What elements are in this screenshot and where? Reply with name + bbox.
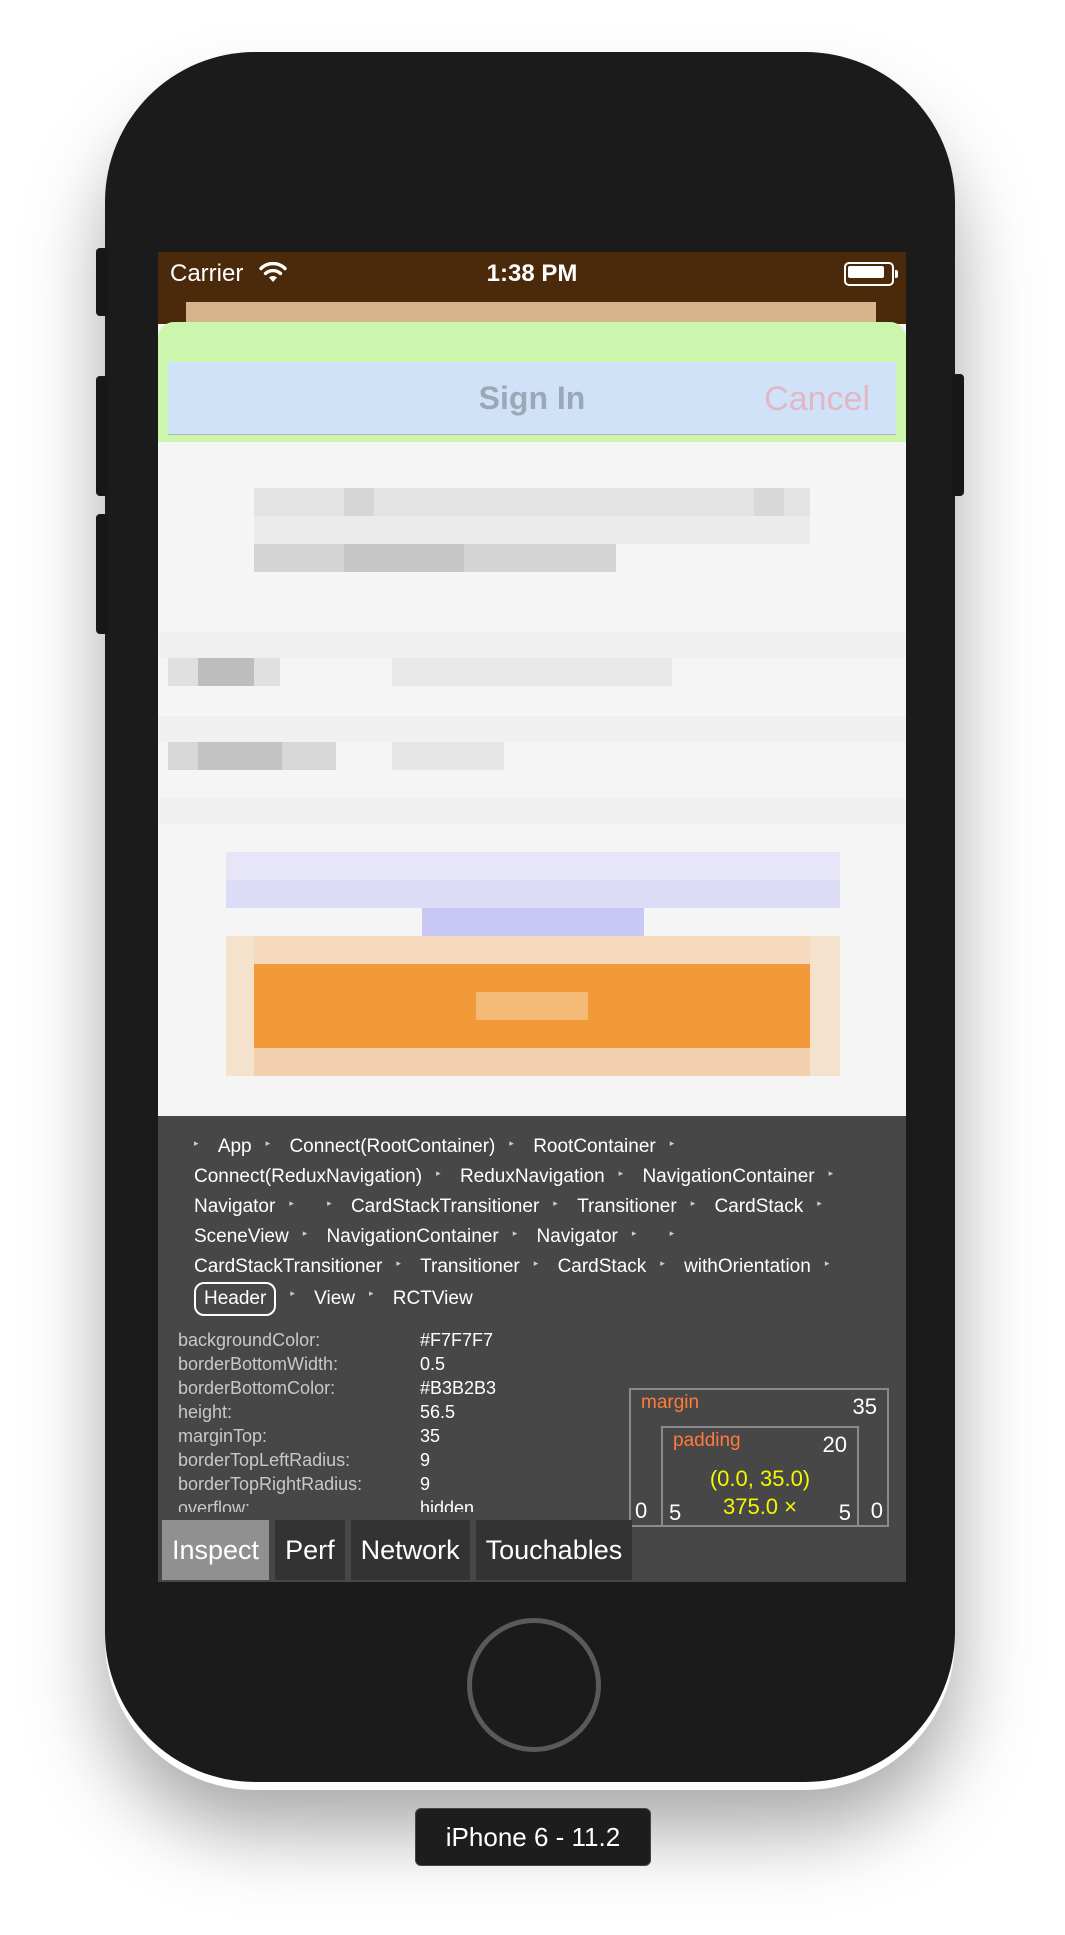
margin-label: margin [641,1392,700,1413]
prop-name: backgroundColor: [178,1330,321,1350]
app-screen: Carrier 1:38 PM Sign In Cancel ▸ App ▸ C… [158,252,906,1582]
status-time: 1:38 PM [486,260,578,287]
prop-name: height: [178,1402,233,1422]
prop-name: marginTop: [178,1426,268,1446]
crumb-navigator[interactable]: Navigator [194,1192,275,1222]
crumb-cardstack[interactable]: CardStack [715,1192,804,1222]
box-model-padding: padding 20 (0.0, 35.0) 375.0 × 5 5 [661,1426,859,1525]
cancel-button[interactable]: Cancel [764,380,870,419]
crumb-root-container[interactable]: RootContainer [533,1132,656,1162]
crumb-cardstack-transitioner[interactable]: CardStackTransitioner [351,1192,539,1222]
tab-network[interactable]: Network [350,1520,470,1580]
prop-name: borderTopRightRadius: [178,1474,363,1494]
prop-value: #F7F7F7 [420,1330,494,1350]
prop-value: 0.5 [420,1354,446,1374]
padding-label: padding [673,1430,741,1451]
device-label: iPhone 6 - 11.2 [415,1808,651,1866]
prop-row: borderBottomColor: #B3B2B3 [178,1376,558,1400]
box-model-margin: margin 35 0 0 padding 20 (0.0, 35.0) 375… [629,1388,889,1527]
crumb-app[interactable]: App [218,1132,252,1162]
crumb-redux-navigation[interactable]: ReduxNavigation [460,1162,605,1192]
crumb-transitioner-2[interactable]: Transitioner [420,1252,520,1282]
crumb-navigation-container[interactable]: NavigationContainer [642,1162,814,1192]
prop-name: overflow: [178,1498,251,1512]
prop-row: height: 56.5 [178,1400,558,1424]
inspector-tabs: Inspect Perf Network Touchables [158,1520,906,1582]
crumb-cardstack-transitioner-2[interactable]: CardStackTransitioner [194,1252,382,1282]
element-inspector: ▸ App ▸ Connect(RootContainer) ▸ RootConta… [158,1116,906,1582]
crumb-cardstack-2[interactable]: CardStack [558,1252,647,1282]
sign-in-button[interactable] [254,964,810,1048]
prop-value: #B3B2B3 [420,1378,497,1398]
prop-value: 35 [420,1426,441,1446]
prop-value: 56.5 [420,1402,456,1422]
box-size: 375.0 × [722,1494,797,1519]
crumb-navigator-2[interactable]: Navigator [537,1222,618,1252]
prop-name: borderBottomColor: [178,1378,336,1398]
tab-perf[interactable]: Perf [275,1520,345,1580]
prop-row: borderTopLeftRadius: 9 [178,1448,558,1472]
prop-name: borderBottomWidth: [178,1354,339,1374]
home-button[interactable] [467,1618,601,1752]
component-breadcrumb: ▸ App ▸ Connect(RootContainer) ▸ RootConta… [194,1132,884,1316]
prop-value: 9 [420,1474,431,1494]
crumb-with-orientation[interactable]: withOrientation [684,1252,811,1282]
tab-touchables[interactable]: Touchables [475,1520,633,1580]
tab-inspect[interactable]: Inspect [162,1520,270,1580]
margin-top-value: 35 [852,1394,877,1419]
prop-row: borderTopRightRadius: 9 [178,1472,558,1496]
header-highlight: Sign In Cancel [168,362,896,435]
crumb-connect-redux[interactable]: Connect(ReduxNavigation) [194,1162,422,1192]
crumb-scene-view[interactable]: SceneView [194,1222,289,1252]
crumb-header-selected[interactable]: Header [194,1282,277,1316]
box-position: (0.0, 35.0) [709,1466,811,1491]
crumb-view[interactable]: View [314,1284,355,1314]
volume-down-button [96,514,108,634]
style-properties[interactable]: backgroundColor: #F7F7F7 borderBottomWidt… [178,1328,558,1512]
padding-top-value: 20 [822,1432,847,1457]
prop-row: marginTop: 35 [178,1424,558,1448]
crumb-transitioner[interactable]: Transitioner [577,1192,677,1222]
battery-icon [844,262,898,286]
power-button [952,374,964,496]
prop-row: borderBottomWidth: 0.5 [178,1352,558,1376]
crumb-rctview[interactable]: RCTView [393,1284,473,1314]
prop-value: hidden [420,1498,475,1512]
crumb-connect-root[interactable]: Connect(RootContainer) [289,1132,495,1162]
prop-row: overflow: hidden [178,1496,558,1512]
prop-value: 9 [420,1450,431,1470]
prop-row: backgroundColor: #F7F7F7 [178,1328,558,1352]
volume-up-button [96,376,108,496]
crumb-navigation-container-2[interactable]: NavigationContainer [327,1222,499,1252]
prop-name: borderTopLeftRadius: [178,1450,351,1470]
mute-switch [96,248,108,316]
